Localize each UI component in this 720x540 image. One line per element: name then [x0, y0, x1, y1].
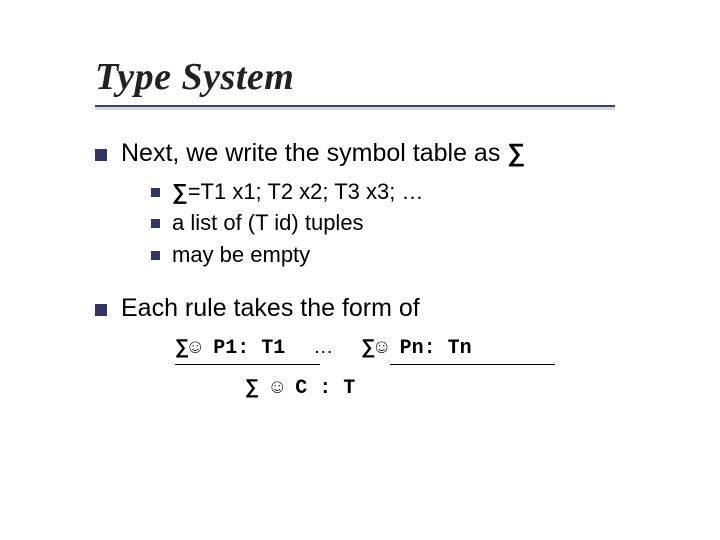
bullet-l1-text: Next, we write the symbol table as ∑ — [121, 137, 525, 171]
sigma-symbol: ∑ — [175, 336, 189, 359]
bullet-l2: a list of (T id) tuples — [151, 208, 640, 238]
premise-1: ∑☺ P1: T1 — [175, 336, 285, 360]
bullet-l1: Next, we write the symbol table as ∑ — [95, 137, 640, 171]
slide: Type System Next, we write the symbol ta… — [0, 0, 720, 540]
turnstile-icon: ☺ — [376, 337, 388, 360]
sigma-symbol: ∑ — [245, 376, 259, 399]
rule-bar-right — [390, 364, 555, 366]
sigma-symbol: ∑ — [172, 177, 188, 207]
square-bullet-icon — [95, 304, 107, 316]
premise-n: ∑☺ Pn: Tn — [361, 336, 471, 360]
square-bullet-icon — [151, 219, 160, 228]
sigma-symbol: ∑ — [361, 336, 375, 359]
premise-1-text: P1: T1 — [201, 337, 285, 360]
title-underline — [95, 105, 615, 107]
turnstile-icon: ☺ — [271, 377, 283, 400]
bullet-l1: Each rule takes the form of — [95, 292, 640, 326]
bullet-l2-text-0: =T1 x1; T2 x2; T3 x3; … — [188, 179, 424, 204]
sigma-symbol: ∑ — [507, 137, 525, 171]
square-bullet-icon — [151, 251, 160, 260]
bullet-l2: may be empty — [151, 240, 640, 270]
turnstile-icon: ☺ — [189, 337, 201, 360]
bullet-l2: ∑=T1 x1; T2 x2; T3 x3; … — [151, 177, 640, 207]
rule-premises: ∑☺ P1: T1 … ∑☺ Pn: Tn — [175, 336, 640, 360]
bullet-l2-text-2: may be empty — [172, 240, 310, 270]
conclusion-text: C : T — [283, 377, 355, 400]
ellipsis: … — [313, 336, 333, 359]
inference-rule: ∑☺ P1: T1 … ∑☺ Pn: Tn ∑ ☺ C : T — [175, 336, 640, 400]
premise-n-text: Pn: Tn — [388, 337, 472, 360]
bullet-l2-text-1: a list of (T id) tuples — [172, 208, 364, 238]
bullet-l1-text-0: Next, we write the symbol table as — [121, 139, 507, 167]
bullet-l2-group: ∑=T1 x1; T2 x2; T3 x3; … a list of (T id… — [151, 177, 640, 270]
rule-bar-left — [175, 364, 320, 366]
bullet-l2-text: ∑=T1 x1; T2 x2; T3 x3; … — [172, 177, 423, 207]
slide-title: Type System — [95, 55, 640, 99]
rule-line — [175, 364, 640, 366]
square-bullet-icon — [95, 149, 107, 161]
bullet-l1-text-1: Each rule takes the form of — [121, 292, 420, 326]
rule-conclusion: ∑ ☺ C : T — [245, 376, 640, 400]
square-bullet-icon — [151, 188, 160, 197]
